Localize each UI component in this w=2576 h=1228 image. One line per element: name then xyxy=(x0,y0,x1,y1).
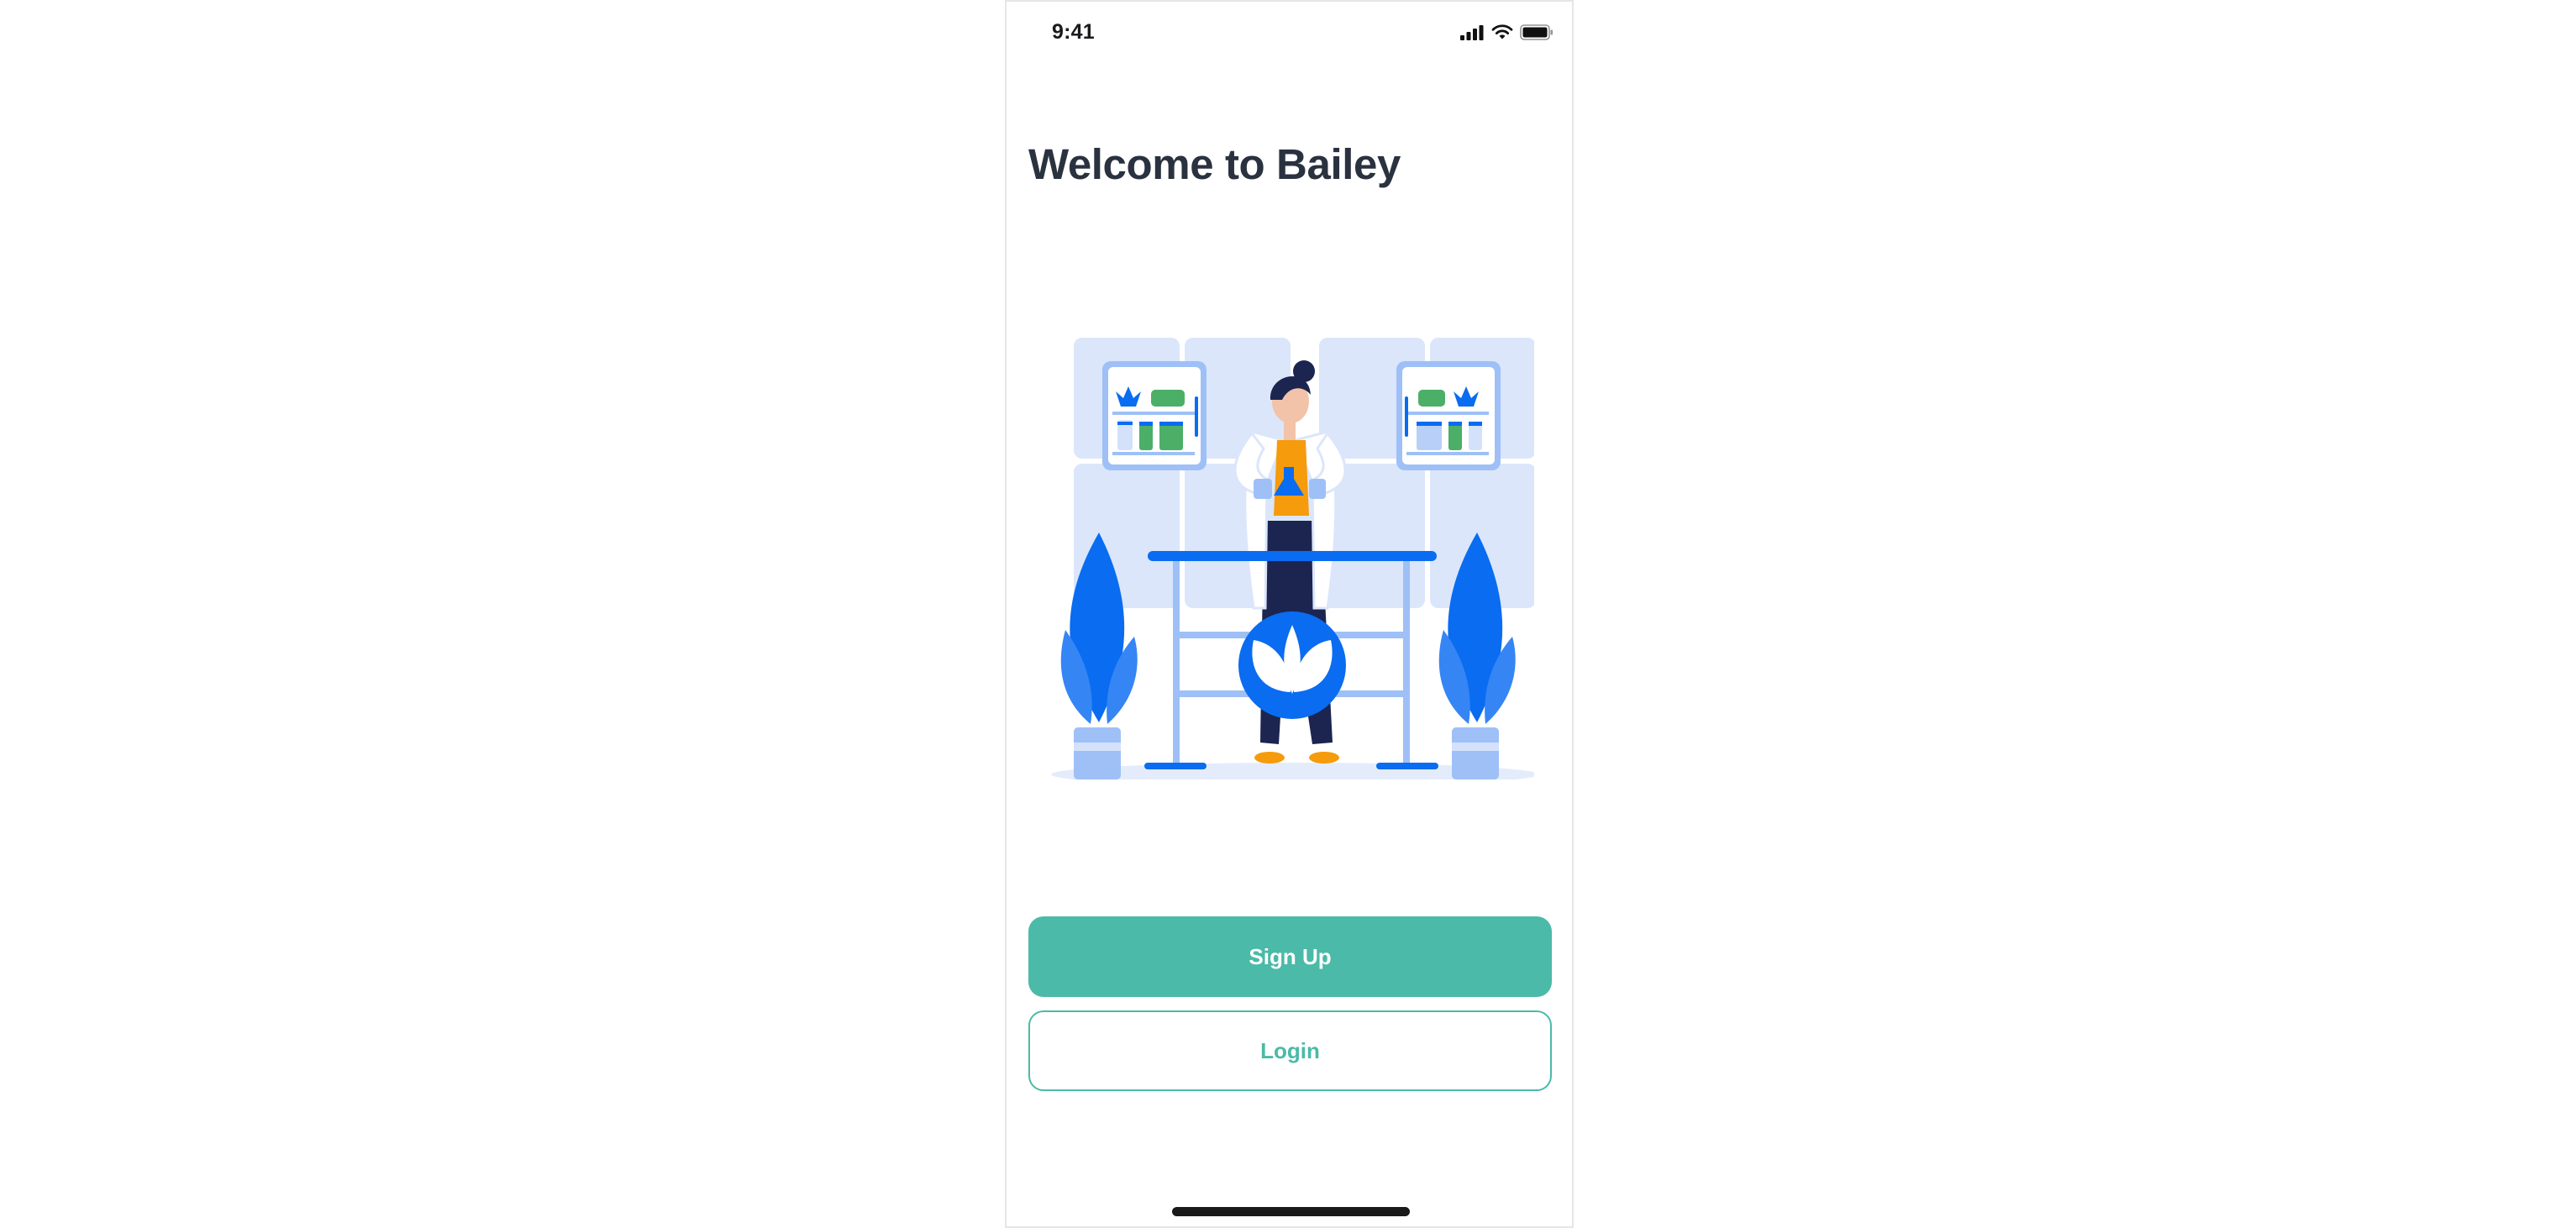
right-shelf xyxy=(1396,361,1501,470)
wifi-icon xyxy=(1491,24,1513,39)
welcome-title: Welcome to Bailey xyxy=(1028,140,1401,188)
sign-up-button[interactable]: Sign Up xyxy=(1028,916,1552,997)
cellular-signal-icon xyxy=(1460,24,1484,40)
phone-screen: 9:41 Welcome to Bailey Sign Up Login xyxy=(1005,0,1574,1228)
status-bar: 9:41 xyxy=(1007,2,1572,62)
status-time: 9:41 xyxy=(1052,20,1095,44)
login-button[interactable]: Login xyxy=(1028,1010,1552,1091)
left-shelf xyxy=(1102,361,1207,470)
home-indicator[interactable] xyxy=(1172,1207,1410,1216)
leaf-emblem-icon xyxy=(1238,611,1346,719)
scientist-lab-illustration xyxy=(1051,338,1534,779)
status-icons xyxy=(1459,24,1553,40)
battery-icon xyxy=(1520,24,1553,40)
